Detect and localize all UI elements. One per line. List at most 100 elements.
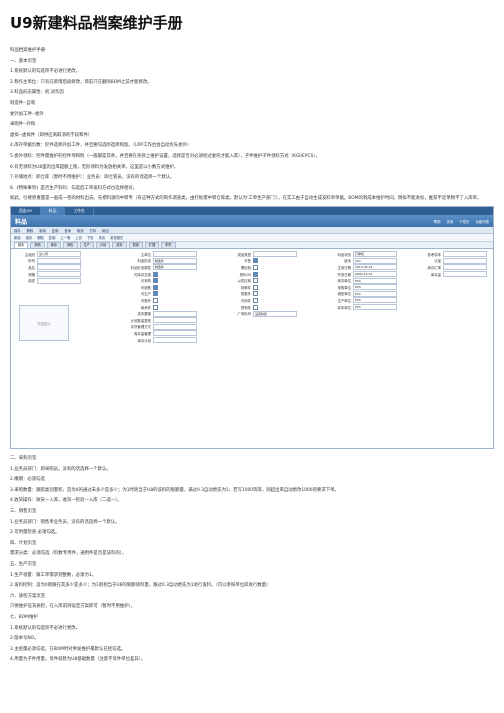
field-checkbox[interactable] — [253, 304, 258, 310]
field-input[interactable] — [153, 323, 197, 330]
form-row: 可委外 — [111, 297, 206, 304]
field-checkbox[interactable] — [153, 304, 158, 310]
field-checkbox[interactable] — [153, 291, 158, 297]
app-tabs: 用友U9 料品 工作台 — [11, 207, 493, 215]
menu-item[interactable]: 删除 — [27, 228, 34, 233]
field-input[interactable]: 9999-12-31 — [353, 271, 397, 278]
field-input[interactable]: 制造件 — [153, 257, 197, 264]
field-label: 库存汇率 — [427, 265, 441, 270]
field-input[interactable]: PCS — [353, 297, 397, 304]
field-label: 成本要素 — [137, 312, 151, 317]
window-header: 料品 帮助 关闭 个性化 功能列表 — [11, 215, 493, 227]
form-tab[interactable]: 销售 — [63, 242, 78, 248]
menu-item[interactable]: 保存 — [14, 228, 21, 233]
field-checkbox[interactable] — [253, 284, 258, 290]
form-tab[interactable]: 质量 — [128, 242, 143, 248]
field-input[interactable] — [37, 277, 81, 284]
field-input[interactable]: PCS — [353, 290, 397, 297]
form-tab[interactable]: 基本 — [14, 242, 29, 248]
form-tab[interactable]: 扩展 — [145, 242, 160, 248]
outro-line: 四、计划页签 — [10, 540, 37, 546]
toolbar-button[interactable]: 末页 — [98, 235, 105, 240]
app-tab[interactable]: 用友U9 — [11, 207, 41, 215]
field-input[interactable]: 制造件 — [153, 264, 197, 271]
form-row: 可采购 — [111, 277, 206, 284]
field-input[interactable] — [153, 337, 197, 344]
field-checkbox[interactable] — [153, 271, 158, 277]
field-input[interactable]: PCS — [353, 284, 397, 291]
field-checkbox[interactable] — [253, 271, 258, 277]
outro-line: 2.版本号NO。 — [10, 636, 39, 642]
form-row: 品名 — [13, 264, 93, 271]
field-input[interactable] — [443, 251, 487, 258]
toolbar-button[interactable]: 保存 — [26, 235, 33, 240]
menu-item[interactable]: 输出 — [102, 228, 109, 233]
field-input[interactable] — [153, 317, 197, 324]
form-tab[interactable]: 生产 — [79, 242, 94, 248]
intro-line: 8.《特殊事项》是否生产料吗：勾选后工单发料方式也选择相对。 — [10, 185, 138, 191]
form-row: 可用件 — [211, 297, 306, 304]
form-row: 采购单位 PCS — [311, 284, 406, 291]
form-tab[interactable]: 库存 — [46, 242, 62, 248]
field-input[interactable] — [153, 310, 197, 317]
field-checkbox[interactable] — [253, 278, 258, 284]
field-input[interactable] — [153, 251, 197, 258]
outro-line: 需求分类：必须勾选（料数专用件，通用件是否是该料的）。 — [10, 551, 127, 557]
menu-item[interactable]: 新增 — [39, 228, 46, 233]
field-input[interactable]: V01 — [353, 257, 397, 264]
field-input[interactable]: 2013-04-22 — [353, 264, 397, 271]
field-input[interactable] — [443, 271, 487, 278]
field-input[interactable]: PCS — [353, 304, 397, 311]
field-input[interactable] — [253, 251, 297, 258]
toolbar-button[interactable]: 新增 — [14, 235, 21, 240]
toolbar-button[interactable]: 删除 — [37, 235, 44, 240]
toolbar-button[interactable]: 上页 — [75, 235, 82, 240]
field-input[interactable]: 总公司 — [37, 251, 81, 258]
outro-line: 六、质检方案页签 — [10, 593, 46, 599]
field-input[interactable] — [443, 264, 487, 271]
field-input[interactable] — [153, 330, 197, 337]
window-action[interactable]: 个性化 — [459, 219, 469, 224]
intro-line: 7.存储地点：即仓库（暂时不用维护）；业务员：即仓管员，没有的话选择一个默认。 — [10, 175, 175, 181]
form-row: 成本要素 — [111, 310, 206, 317]
app-tab[interactable]: 工作台 — [65, 207, 94, 215]
outro-line: 五、生产页签 — [10, 561, 37, 567]
form-col-3: 成品类型 可售 需检验 是BOM 以供应商 特殊件 是委外 可用件 预测件 厂商料号 设置料别 — [211, 251, 306, 317]
form-tab[interactable]: 成本 — [112, 242, 127, 248]
field-input[interactable] — [37, 264, 81, 271]
form-tab[interactable]: 附件 — [161, 242, 176, 248]
field-checkbox[interactable] — [153, 297, 158, 303]
field-checkbox[interactable] — [253, 291, 258, 297]
item-image-placeholder[interactable]: 请选图片 — [19, 305, 69, 341]
toolbar-button[interactable]: 浏览模式 — [110, 235, 123, 240]
toolbar-button[interactable]: 下页 — [87, 235, 94, 240]
toolbar-button[interactable]: 上一笔 — [60, 235, 70, 240]
app-tab[interactable]: 料品 — [40, 207, 66, 215]
toolbar-button[interactable]: 复制 — [49, 235, 56, 240]
field-input[interactable]: PCS — [353, 277, 397, 284]
outro-line: 只要维护证货质检，在入库前则设定方案即可（暂时不用维护）。 — [10, 604, 136, 610]
form-tab[interactable]: 计划 — [95, 242, 111, 248]
menu-item[interactable]: 取消 — [77, 228, 84, 233]
field-checkbox[interactable] — [253, 264, 258, 270]
field-input[interactable] — [37, 257, 81, 264]
field-input[interactable]: 设置料别 — [253, 310, 297, 317]
field-input[interactable] — [443, 257, 487, 264]
field-checkbox[interactable] — [153, 278, 158, 284]
window-action[interactable]: 帮助 — [434, 219, 441, 224]
outro-line: 1.业务员部门：即采购员，没有的话选择一个默认。 — [10, 466, 111, 472]
window-action[interactable]: 关闭 — [446, 219, 453, 224]
form-row: 料品形态属性 制造件 — [111, 264, 206, 271]
menu-item[interactable]: 查询 — [64, 228, 71, 233]
form-row: 生效日期 2013-04-22 — [311, 264, 406, 271]
field-checkbox[interactable] — [253, 297, 258, 303]
menu-item[interactable]: 打印 — [90, 228, 97, 233]
field-input[interactable]: 已审核 — [353, 251, 397, 258]
form-tab[interactable]: 采购 — [30, 242, 45, 248]
field-input[interactable] — [37, 271, 81, 278]
menu-item[interactable]: 复制 — [52, 228, 59, 233]
field-checkbox[interactable] — [153, 284, 158, 290]
form-row: 可库存交易 — [111, 271, 206, 278]
window-action[interactable]: 功能列表 — [475, 219, 489, 224]
field-checkbox[interactable] — [253, 258, 258, 264]
